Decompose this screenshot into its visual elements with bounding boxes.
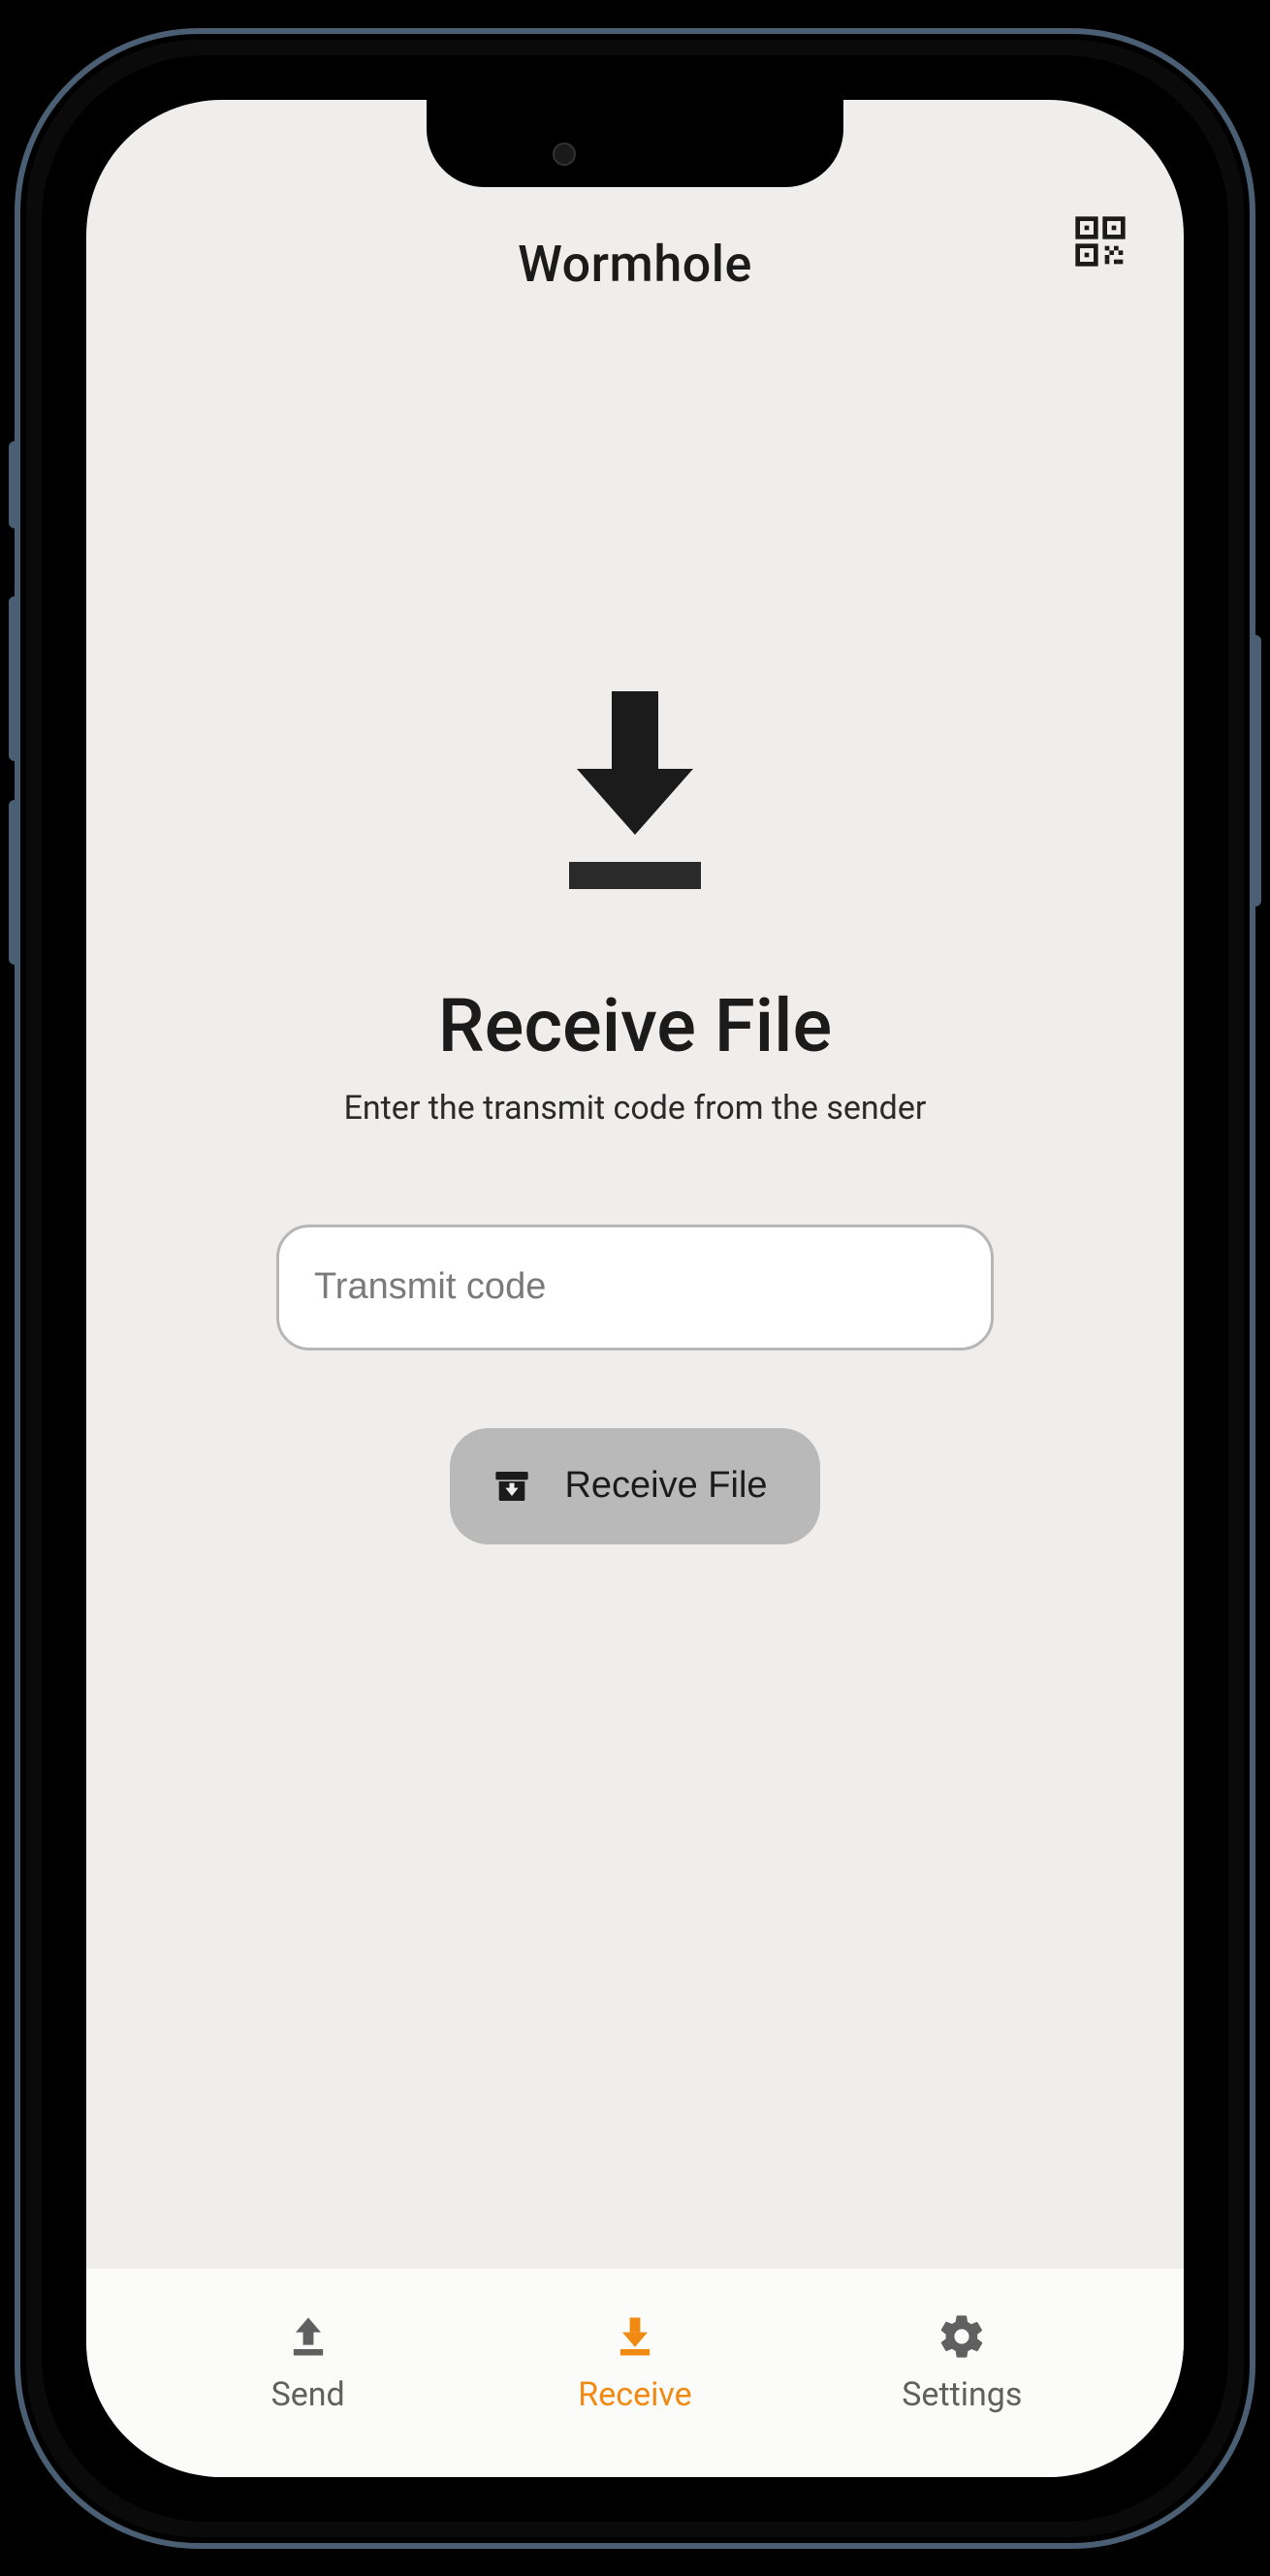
download-icon	[538, 691, 732, 895]
tab-receive[interactable]: Receive	[538, 2311, 732, 2414]
main-content: Receive File Enter the transmit code fro…	[86, 323, 1184, 2269]
receive-file-button[interactable]: Receive File	[450, 1428, 819, 1544]
upload-icon	[283, 2311, 333, 2362]
tab-settings[interactable]: Settings	[865, 2311, 1059, 2414]
phone-notch	[427, 100, 843, 187]
qr-code-button[interactable]	[1073, 214, 1127, 269]
page-title: Receive File	[438, 982, 832, 1069]
tab-send[interactable]: Send	[211, 2311, 405, 2414]
gear-icon	[937, 2311, 987, 2362]
tab-send-label: Send	[271, 2375, 345, 2414]
page-subtitle: Enter the transmit code from the sender	[344, 1089, 927, 1128]
download-icon	[610, 2311, 660, 2362]
volume-up-button	[9, 596, 20, 761]
bottom-tab-bar: Send Receive	[86, 2269, 1184, 2477]
archive-download-icon	[492, 1467, 531, 1506]
phone-screen: Wormhole	[86, 100, 1184, 2477]
side-button	[9, 441, 20, 528]
tab-settings-label: Settings	[902, 2375, 1022, 2414]
tab-receive-label: Receive	[578, 2375, 691, 2414]
transmit-code-input[interactable]	[276, 1224, 994, 1351]
phone-frame: Wormhole	[15, 28, 1255, 2549]
receive-file-button-label: Receive File	[564, 1465, 767, 1507]
power-button	[1250, 635, 1261, 906]
app-title: Wormhole	[518, 235, 752, 294]
qr-code-icon	[1073, 214, 1127, 269]
volume-down-button	[9, 800, 20, 965]
